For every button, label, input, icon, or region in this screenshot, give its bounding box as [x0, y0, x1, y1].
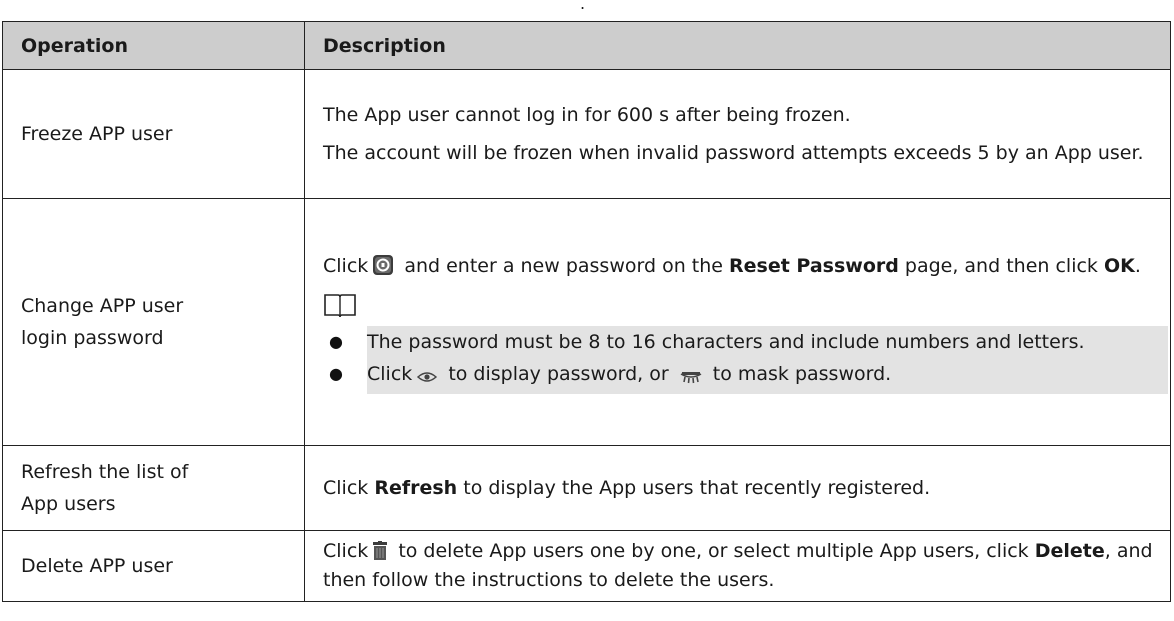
operation-refresh-line-2: App users [21, 493, 116, 515]
note2-click: Click [367, 363, 413, 385]
table-header-row: Operation Description [2, 21, 1171, 70]
description-refresh: Click Refresh to display the App users t… [304, 445, 1171, 531]
refresh-text: to display the App users that recently r… [457, 477, 931, 499]
reset-password-label: Reset Password [729, 255, 899, 277]
app-user-operations-table: Operation Description Freeze APP user Th… [2, 21, 1171, 602]
operation-freeze: Freeze APP user [2, 69, 305, 199]
description-change-password: Click and enter a new password on the Re… [304, 198, 1171, 446]
click-text: Click [323, 255, 369, 277]
header-operation: Operation [2, 21, 305, 70]
operation-change-line-1: Change APP user [21, 295, 184, 317]
operation-delete: Delete APP user [2, 530, 305, 602]
delete-text-a: to delete App users one by one, or selec… [392, 540, 1035, 562]
note-item-password-rule: The password must be 8 to 16 characters … [323, 326, 1168, 358]
ok-label: OK [1103, 255, 1135, 277]
note-book-icon [323, 292, 1170, 322]
reset-password-lock-icon[interactable] [372, 254, 394, 286]
refresh-click: Click [323, 477, 375, 499]
delete-click: Click [323, 540, 369, 562]
table-row-refresh: Refresh the list of App users Click Refr… [2, 445, 1171, 531]
show-password-eye-icon[interactable] [416, 362, 438, 394]
change-period: . [1134, 255, 1141, 277]
refresh-label: Refresh [374, 477, 458, 499]
operation-refresh: Refresh the list of App users [2, 445, 305, 531]
note-item-show-hide: Click to display password, or to mask pa… [323, 358, 1168, 394]
description-delete: Click to delete App users one by one, or… [304, 530, 1171, 602]
header-description: Description [304, 21, 1171, 70]
delete-label: Delete [1034, 540, 1105, 562]
password-notes-list: The password must be 8 to 16 characters … [323, 326, 1170, 394]
hide-password-eye-icon[interactable] [679, 362, 703, 394]
operation-change-line-2: login password [21, 327, 164, 349]
delete-trash-icon[interactable] [372, 541, 388, 568]
note-password-rule-text: The password must be 8 to 16 characters … [367, 326, 1168, 358]
change-text-a: and enter a new password on the [398, 255, 729, 277]
freeze-desc-1: The App user cannot log in for 600 s aft… [323, 104, 851, 126]
freeze-desc-2: The account will be frozen when invalid … [323, 142, 1144, 164]
note2-end: to mask password. [706, 363, 892, 385]
operation-refresh-line-1: Refresh the list of [21, 461, 189, 483]
description-freeze: The App user cannot log in for 600 s aft… [304, 69, 1171, 199]
table-row-change-password: Change APP user login password Click and… [2, 198, 1171, 446]
change-text-b: page, and then click [898, 255, 1104, 277]
note2-mid: to display password, or [442, 363, 675, 385]
change-password-instruction: Click and enter a new password on the Re… [323, 250, 1170, 286]
previous-page-text-fragment: . [580, 0, 586, 13]
note-show-hide-text: Click to display password, or to mask pa… [367, 358, 1168, 394]
table-row-delete: Delete APP user Click to delete App user… [2, 530, 1171, 602]
operation-change-password: Change APP user login password [2, 198, 305, 446]
table-row-freeze: Freeze APP user The App user cannot log … [2, 69, 1171, 199]
